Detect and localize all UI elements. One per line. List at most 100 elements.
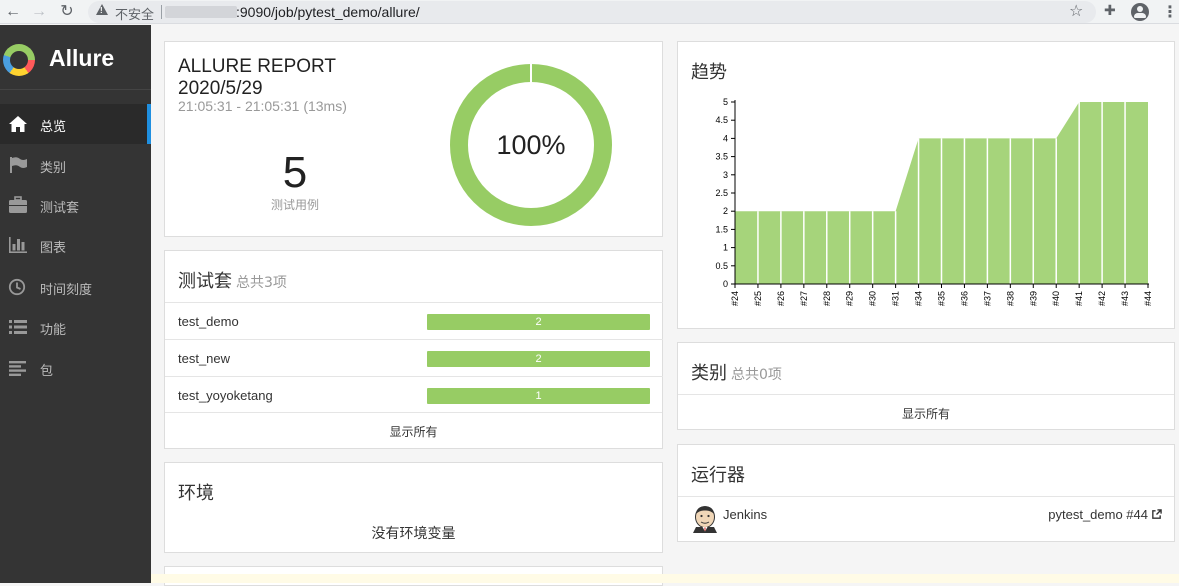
- x-tick-label: #37: [982, 291, 992, 306]
- test-count: 5: [282, 148, 308, 197]
- test-count-label: 测试用例: [270, 198, 319, 212]
- suite-row[interactable]: test_demo 2: [165, 302, 663, 339]
- x-tick-label: #28: [822, 291, 832, 306]
- extensions-icon[interactable]: ✚: [1104, 2, 1116, 19]
- x-tick-label: #24: [730, 291, 740, 306]
- categories-title-text: 类别: [691, 363, 727, 384]
- forward-arrow-icon[interactable]: →: [29, 2, 49, 22]
- x-tick-label: #40: [1051, 291, 1061, 306]
- bookmark-star-icon[interactable]: ☆: [1069, 1, 1083, 21]
- align-left-icon: [9, 361, 26, 376]
- environment-card: 环境 没有环境变量: [164, 462, 663, 553]
- executor-name: Jenkins: [723, 507, 768, 522]
- y-tick-label: 2: [723, 206, 728, 216]
- sidebar-item-label: 总览: [40, 120, 67, 135]
- address-bar[interactable]: 不安全 :9090/job/pytest_demo/allure/: [88, 1, 1096, 23]
- status-strip: [151, 574, 1179, 583]
- executors-card: 运行器 Jenkins pytest_demo #44: [677, 444, 1175, 542]
- suites-title-text: 测试套: [178, 271, 232, 292]
- url-separator: [161, 5, 162, 19]
- sidebar-item-graphs[interactable]: 图表: [0, 225, 151, 265]
- sidebar-item-packages[interactable]: 包: [0, 348, 151, 388]
- sidebar-item-label: 类别: [40, 161, 67, 176]
- suite-passed-bar: 2: [427, 314, 650, 330]
- clock-icon: [8, 278, 26, 296]
- home-icon: [9, 116, 27, 132]
- y-tick-label: 2.5: [715, 188, 728, 198]
- browser-menu-icon[interactable]: ⋮: [1162, 2, 1178, 22]
- external-link-icon: [1152, 509, 1162, 519]
- brand-name: Allure: [49, 45, 115, 71]
- suite-row[interactable]: test_yoyoketang 1: [165, 376, 663, 413]
- sidebar-item-timeline[interactable]: 时间刻度: [0, 267, 151, 307]
- environment-empty-text: 没有环境变量: [371, 526, 456, 542]
- divider: [678, 394, 1174, 395]
- x-tick-label: #41: [1074, 291, 1084, 306]
- categories-show-all-link[interactable]: 显示所有: [678, 405, 1174, 422]
- categories-card: 类别 总共0项 显示所有: [677, 342, 1175, 430]
- sidebar-item-overview[interactable]: 总览: [0, 104, 151, 144]
- insecure-label: 不安全: [115, 8, 155, 23]
- sidebar-item-label: 测试套: [40, 201, 80, 216]
- flag-icon: [10, 157, 27, 173]
- x-tick-label: #42: [1097, 291, 1107, 306]
- brand[interactable]: Allure: [0, 25, 151, 90]
- x-tick-label: #31: [891, 291, 901, 306]
- x-tick-label: #30: [868, 291, 878, 306]
- allure-logo-icon: [3, 44, 35, 76]
- suite-name: test_yoyoketang: [178, 388, 273, 403]
- environment-title: 环境: [178, 483, 214, 504]
- warning-icon: [96, 4, 108, 15]
- briefcase-icon: [9, 196, 27, 213]
- pass-rate-label: 100%: [496, 130, 566, 160]
- sidebar-item-label: 图表: [40, 241, 67, 256]
- bar-chart-icon: [9, 237, 27, 253]
- browser-toolbar: ← → ↻ 不安全 :9090/job/pytest_demo/allure/ …: [0, 0, 1179, 24]
- categories-title: 类别 总共0项: [691, 359, 782, 385]
- x-tick-label: #35: [937, 291, 947, 306]
- y-tick-label: 4.5: [715, 115, 728, 125]
- suite-row[interactable]: test_new 2: [165, 339, 663, 376]
- suites-show-all-link[interactable]: 显示所有: [165, 423, 662, 440]
- y-tick-label: 0: [723, 279, 728, 289]
- jenkins-logo-icon: [693, 506, 717, 533]
- y-tick-label: 5: [723, 97, 728, 107]
- suite-passed-bar: 1: [427, 388, 650, 404]
- report-date: 2020/5/29: [178, 78, 263, 99]
- divider: [678, 496, 1174, 497]
- y-tick-label: 1.5: [715, 224, 728, 234]
- back-arrow-icon[interactable]: ←: [3, 2, 23, 22]
- y-tick-label: 0.5: [715, 261, 728, 271]
- executors-title: 运行器: [691, 465, 745, 486]
- report-summary-card: ALLURE REPORT 2020/5/29 21:05:31 - 21:05…: [164, 41, 663, 237]
- x-tick-label: #29: [845, 291, 855, 306]
- sidebar-item-label: 时间刻度: [40, 283, 93, 298]
- categories-subtitle: 总共0项: [731, 367, 782, 383]
- suite-name: test_new: [178, 351, 231, 366]
- x-tick-label: #36: [959, 291, 969, 306]
- x-tick-label: #43: [1120, 291, 1130, 306]
- executor-build-text: pytest_demo #44: [1048, 507, 1148, 522]
- suites-subtitle: 总共3项: [236, 275, 287, 291]
- executor-build-link[interactable]: pytest_demo #44: [1048, 507, 1162, 522]
- sidebar: Allure 总览 类别 测试套 图表 时间刻度 功能 包: [0, 25, 151, 583]
- sidebar-item-categories[interactable]: 类别: [0, 145, 151, 185]
- x-tick-label: #25: [753, 291, 763, 306]
- suites-card: 测试套 总共3项 test_demo 2 test_new 2 test_yoyo…: [164, 250, 663, 449]
- x-tick-label: #26: [776, 291, 786, 306]
- url-text[interactable]: :9090/job/pytest_demo/allure/: [236, 4, 420, 20]
- x-tick-label: #44: [1143, 291, 1153, 306]
- report-time-range: 21:05:31 - 21:05:31 (13ms): [178, 98, 347, 114]
- sidebar-item-label: 功能: [40, 323, 67, 338]
- sidebar-item-behaviors[interactable]: 功能: [0, 307, 151, 347]
- x-tick-label: #38: [1005, 291, 1015, 306]
- trend-card: 趋势 0 0.5 1 1.5 2 2.5 3 3.5 4 4.5 5 #24 #25 #26 #27 #28 #…: [677, 41, 1175, 329]
- x-tick-label: #34: [914, 291, 924, 306]
- x-tick-label: #39: [1028, 291, 1038, 306]
- profile-icon[interactable]: [1131, 3, 1149, 21]
- reload-icon[interactable]: ↻: [57, 2, 77, 22]
- trend-chart[interactable]: 0 0.5 1 1.5 2 2.5 3 3.5 4 4.5 5 #24 #25 #26 #27 #28 #29 #…: [678, 42, 1176, 330]
- x-tick-label: #27: [799, 291, 809, 306]
- report-title: ALLURE REPORT: [178, 56, 337, 77]
- sidebar-item-suites[interactable]: 测试套: [0, 185, 151, 225]
